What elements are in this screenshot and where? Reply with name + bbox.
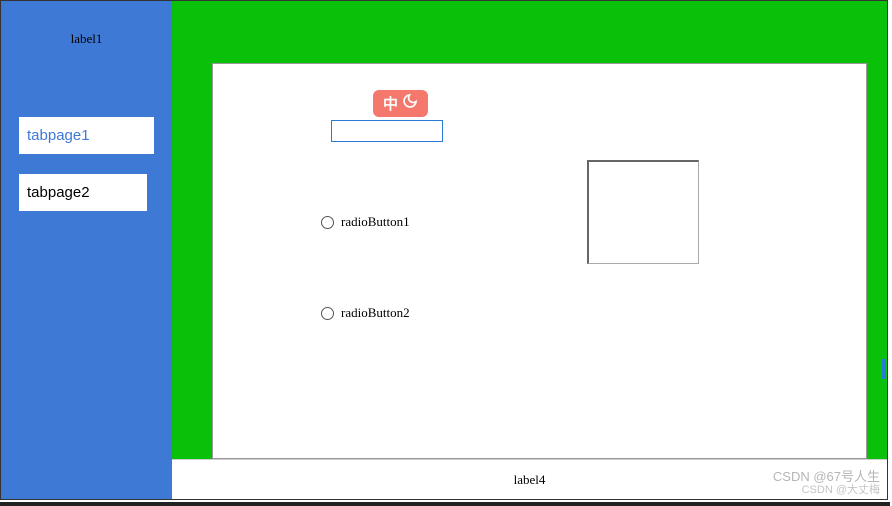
tab-label: tabpage2 [27, 184, 90, 201]
radio-label: radioButton1 [341, 214, 410, 230]
radio-button-2[interactable]: radioButton2 [321, 305, 410, 321]
scroll-indicator [882, 359, 886, 379]
ime-text: 中 [383, 93, 398, 114]
footer-label: label4 [514, 472, 546, 488]
sidebar: label1 tabpage1 tabpage2 [1, 1, 172, 499]
tab-page-1[interactable]: tabpage1 [19, 117, 154, 154]
text-input[interactable] [331, 120, 443, 142]
radio-icon [321, 307, 334, 320]
ime-indicator[interactable]: 中 [373, 90, 428, 117]
main-area: 中 radioButton1 radioButton2 [172, 1, 887, 499]
bottom-border [0, 502, 890, 506]
tab-label: tabpage1 [27, 127, 90, 144]
empty-frame [587, 160, 699, 264]
footer-bar: label4 [172, 459, 887, 499]
content-panel: 中 radioButton1 radioButton2 [212, 63, 867, 459]
radio-icon [321, 216, 334, 229]
window-root: label1 tabpage1 tabpage2 中 radioBu [0, 0, 888, 500]
radio-button-1[interactable]: radioButton1 [321, 214, 410, 230]
moon-icon [402, 93, 418, 114]
sidebar-label: label1 [1, 31, 172, 47]
tab-page-2[interactable]: tabpage2 [19, 174, 147, 211]
radio-group: radioButton1 radioButton2 [321, 214, 410, 396]
radio-label: radioButton2 [341, 305, 410, 321]
